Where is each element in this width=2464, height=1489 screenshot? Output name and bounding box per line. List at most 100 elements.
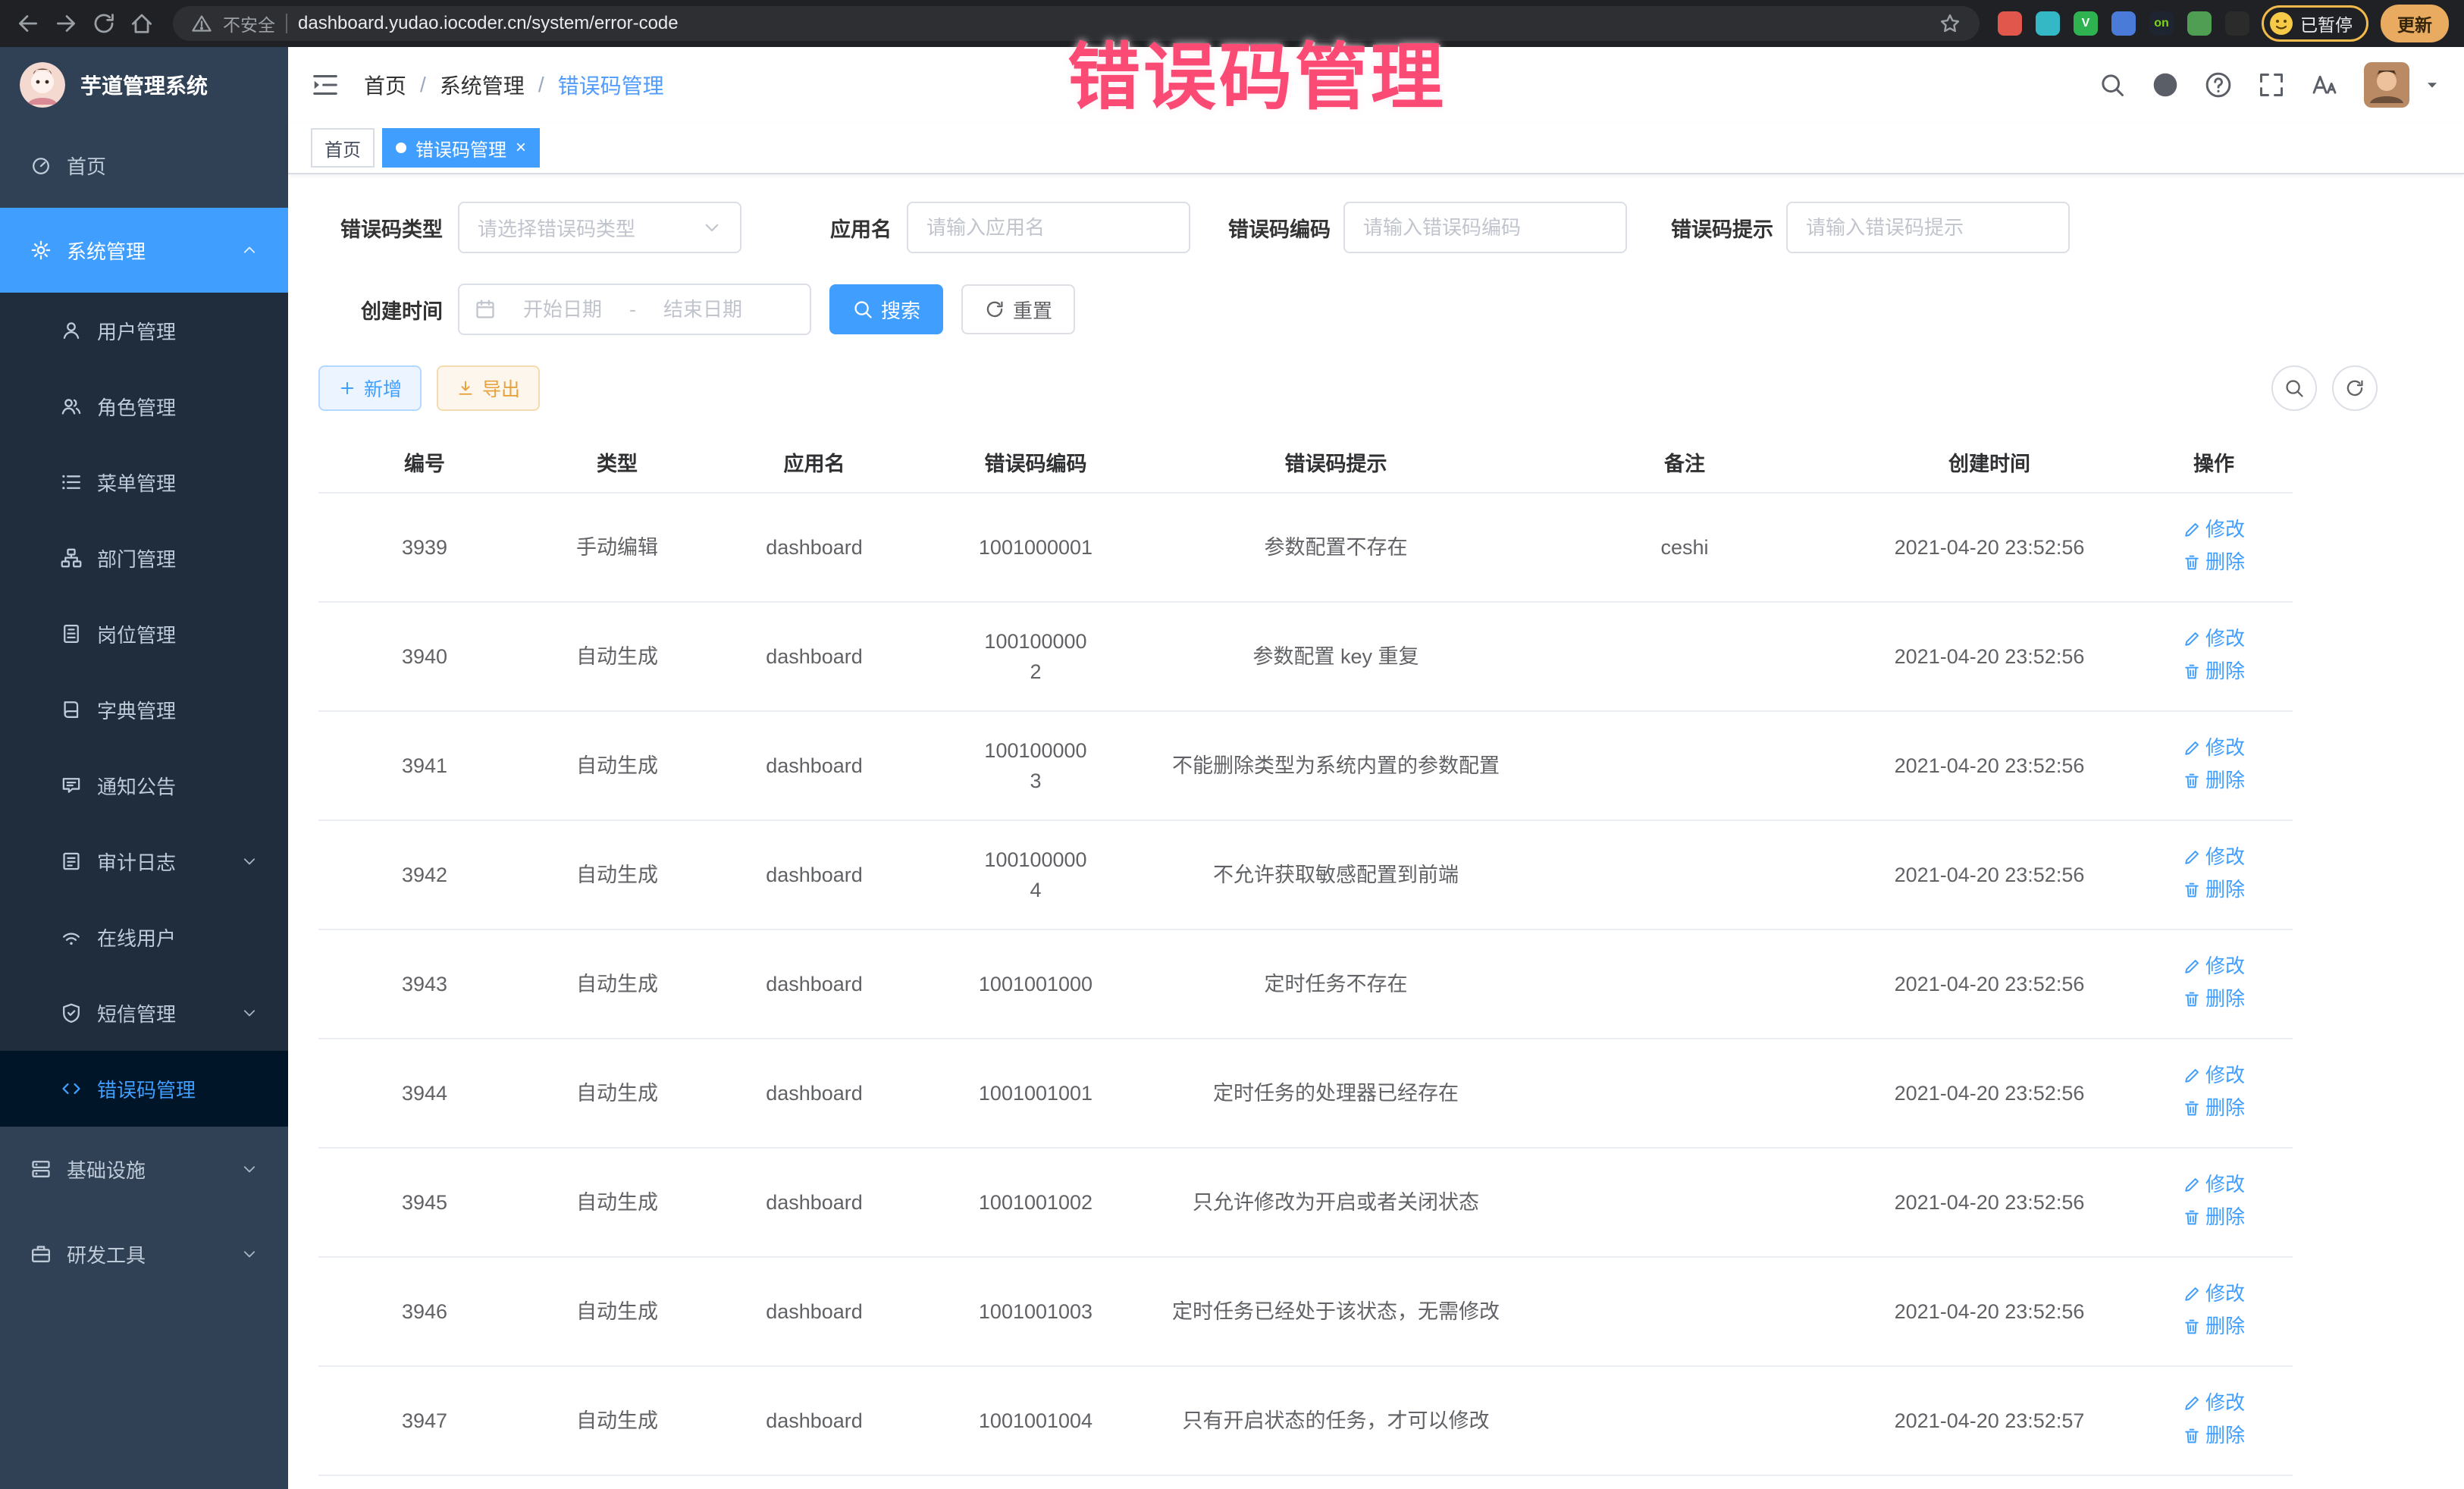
cell-code: 1001001002 [925, 1148, 1146, 1257]
edit-link[interactable]: 修改 [2183, 1279, 2245, 1309]
sidebar-item-system-management[interactable]: 系统管理 [0, 208, 288, 293]
cell-remark [1525, 1366, 1844, 1475]
cell-code: 1001001000 [925, 929, 1146, 1039]
cell-id: 3942 [318, 820, 531, 929]
sidebar-item-user-management[interactable]: 用户管理 [0, 293, 288, 368]
range-separator: - [629, 298, 636, 321]
fullscreen-icon[interactable] [2258, 71, 2285, 99]
extension-pin-icon[interactable] [2225, 11, 2249, 36]
cell-time: 2021-04-20 23:52:56 [1844, 1257, 2135, 1366]
bookmark-star-icon[interactable] [1939, 12, 1961, 35]
back-icon[interactable] [15, 11, 41, 36]
delete-link[interactable]: 删除 [2183, 984, 2245, 1014]
sms-icon [61, 1002, 82, 1023]
font-size-icon[interactable] [2311, 71, 2338, 99]
cell-remark [1525, 820, 1844, 929]
date-range-picker[interactable]: - [458, 284, 811, 335]
logo-area[interactable]: 芋道管理系统 [0, 47, 288, 123]
sidebar-item-notice[interactable]: 通知公告 [0, 748, 288, 823]
edit-link[interactable]: 修改 [2183, 624, 2245, 654]
delete-link[interactable]: 删除 [2183, 1093, 2245, 1123]
extension-blue-grid-icon[interactable] [2111, 11, 2136, 36]
page-content: 错误码类型 请选择错误码类型 应用名 错误码编码 错误码提示 [288, 174, 2464, 1489]
reload-icon[interactable] [91, 11, 117, 36]
sidebar-item-online-user[interactable]: 在线用户 [0, 899, 288, 975]
sidebar-item-menu-management[interactable]: 菜单管理 [0, 444, 288, 520]
sidebar-item-dev-tools[interactable]: 研发工具 [0, 1212, 288, 1296]
cell-code: 1001001001 [925, 1039, 1146, 1148]
delete-link[interactable]: 删除 [2183, 1312, 2245, 1341]
edit-link[interactable]: 修改 [2183, 1061, 2245, 1090]
sidebar-item-post-management[interactable]: 岗位管理 [0, 596, 288, 672]
extension-green-check-icon[interactable]: V [2074, 11, 2098, 36]
close-icon[interactable]: × [516, 139, 526, 157]
app-input[interactable] [907, 202, 1190, 253]
start-date-input[interactable] [505, 298, 620, 321]
sidebar-item-home[interactable]: 首页 [0, 123, 288, 208]
delete-link[interactable]: 删除 [2183, 766, 2245, 795]
tab-error-code[interactable]: 错误码管理 × [382, 128, 540, 168]
delete-link[interactable]: 删除 [2183, 547, 2245, 577]
refresh-table-button[interactable] [2332, 365, 2378, 411]
delete-link[interactable]: 删除 [2183, 1421, 2245, 1450]
home-icon[interactable] [129, 11, 155, 36]
edit-link[interactable]: 修改 [2183, 515, 2245, 544]
search-button[interactable]: 搜索 [829, 284, 943, 334]
extension-dark-on-icon[interactable]: on [2149, 11, 2174, 36]
hint-input[interactable] [1786, 202, 2070, 253]
hamburger-icon[interactable] [311, 71, 340, 99]
edit-link[interactable]: 修改 [2183, 842, 2245, 872]
code-input[interactable] [1343, 202, 1627, 253]
address-bar[interactable]: 不安全 dashboard.yudao.iocoder.cn/system/er… [173, 6, 1980, 41]
search-icon[interactable] [2099, 71, 2126, 99]
extension-leaf-icon[interactable] [2187, 11, 2212, 36]
browser-update-button[interactable]: 更新 [2381, 5, 2449, 42]
tab-label: 首页 [324, 135, 361, 161]
edit-icon [2183, 848, 2201, 867]
help-icon[interactable] [2205, 71, 2232, 99]
delete-link[interactable]: 删除 [2183, 875, 2245, 904]
cell-id: 3946 [318, 1257, 531, 1366]
github-icon[interactable] [2152, 71, 2179, 99]
breadcrumb-home[interactable]: 首页 [364, 70, 406, 100]
sidebar-item-infrastructure[interactable]: 基础设施 [0, 1127, 288, 1212]
export-button[interactable]: 导出 [437, 365, 540, 411]
extension-teal-icon[interactable] [2036, 11, 2060, 36]
tab-home[interactable]: 首页 [311, 128, 375, 168]
toggle-search-button[interactable] [2271, 365, 2317, 411]
user-avatar[interactable] [2364, 62, 2409, 108]
breadcrumb-system[interactable]: 系统管理 [440, 70, 525, 100]
end-date-input[interactable] [645, 298, 760, 321]
delete-link[interactable]: 删除 [2183, 657, 2245, 686]
edit-link[interactable]: 修改 [2183, 733, 2245, 763]
profile-paused-badge[interactable]: 已暂停 [2262, 5, 2368, 42]
add-button[interactable]: 新增 [318, 365, 422, 411]
tab-label: 错误码管理 [415, 135, 506, 161]
sidebar-item-role-management[interactable]: 角色管理 [0, 368, 288, 444]
edit-link[interactable]: 修改 [2183, 1170, 2245, 1199]
cell-hint: 参数配置 key 重复 [1146, 602, 1525, 711]
sidebar-item-label: 用户管理 [97, 317, 176, 345]
role-icon [61, 396, 82, 417]
cell-type: 自动生成 [531, 929, 704, 1039]
cell-type: 手动编辑 [531, 493, 704, 602]
cell-code: 100100000 3 [925, 711, 1146, 820]
filter-app: 应用名 [784, 202, 1190, 253]
cell-app: dashboard [704, 1366, 925, 1475]
extension-red-icon[interactable] [1998, 11, 2022, 36]
cell-hint: CRON 表达式不正确 [1146, 1475, 1525, 1489]
sidebar-item-sms-management[interactable]: 短信管理 [0, 975, 288, 1051]
caret-down-icon[interactable] [2423, 76, 2441, 94]
type-select[interactable]: 请选择错误码类型 [458, 202, 741, 253]
sidebar-item-audit-log[interactable]: 审计日志 [0, 823, 288, 899]
edit-link[interactable]: 修改 [2183, 951, 2245, 981]
edit-link[interactable]: 修改 [2183, 1388, 2245, 1418]
cell-actions: 修改删除 [2135, 929, 2293, 1039]
reset-button[interactable]: 重置 [961, 284, 1075, 334]
sidebar-item-error-code-management[interactable]: 错误码管理 [0, 1051, 288, 1127]
sidebar-item-dict-management[interactable]: 字典管理 [0, 672, 288, 748]
delete-link[interactable]: 删除 [2183, 1202, 2245, 1232]
cell-time: 2021-04-20 23:52:56 [1844, 929, 2135, 1039]
forward-icon[interactable] [53, 11, 79, 36]
sidebar-item-dept-management[interactable]: 部门管理 [0, 520, 288, 596]
